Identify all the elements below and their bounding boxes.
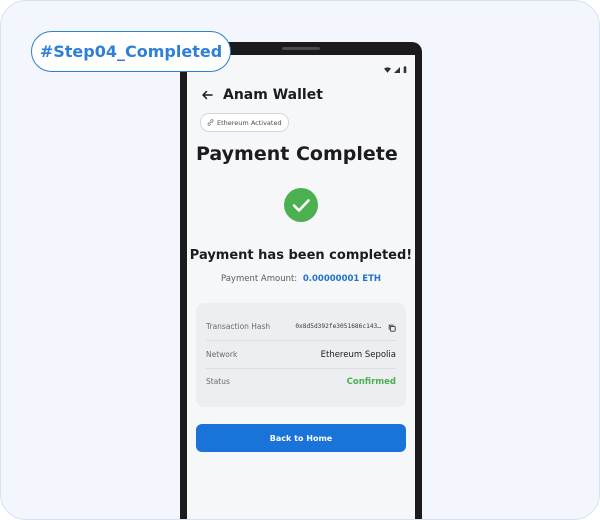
signal-icon bbox=[394, 58, 400, 77]
page-title: Payment Complete bbox=[196, 143, 398, 165]
app-title: Anam Wallet bbox=[223, 87, 323, 103]
copy-icon[interactable] bbox=[388, 317, 396, 336]
transaction-details-card: Transaction Hash 0x8d5d392fe3051686c143…… bbox=[196, 303, 406, 407]
status-row: Status Confirmed bbox=[206, 368, 396, 395]
payment-amount-row: Payment Amount: 0.00000001 ETH bbox=[187, 274, 415, 284]
tx-hash-value: 0x8d5d392fe3051686c143… bbox=[295, 323, 381, 330]
link-icon bbox=[207, 119, 214, 126]
back-to-home-button[interactable]: Back to Home bbox=[196, 424, 406, 452]
network-label: Network bbox=[206, 350, 238, 359]
completion-message: Payment has been completed! bbox=[189, 248, 413, 263]
app-screen: Anam Wallet Ethereum Activated Payment C… bbox=[187, 55, 415, 519]
phone-speaker bbox=[282, 47, 320, 50]
tx-hash-value-group: 0x8d5d392fe3051686c143… bbox=[295, 317, 396, 336]
status-bar bbox=[384, 58, 407, 77]
tx-hash-label: Transaction Hash bbox=[206, 322, 271, 331]
network-row: Network Ethereum Sepolia bbox=[206, 341, 396, 369]
tx-hash-row: Transaction Hash 0x8d5d392fe3051686c143… bbox=[206, 313, 396, 341]
check-circle-icon bbox=[284, 188, 318, 222]
payment-amount-label: Payment Amount: bbox=[220, 274, 298, 284]
network-value: Ethereum Sepolia bbox=[320, 349, 396, 360]
status-label: Status bbox=[206, 377, 230, 386]
network-chip-label: Ethereum Activated bbox=[217, 118, 282, 127]
app-bar: Anam Wallet bbox=[201, 87, 323, 103]
background-card: #Step04_Completed Anam Wallet Ethereum A… bbox=[0, 0, 600, 520]
payment-amount-value: 0.00000001 ETH bbox=[302, 274, 382, 284]
step-tag: #Step04_Completed bbox=[31, 31, 231, 72]
battery-icon bbox=[403, 58, 407, 77]
status-value: Confirmed bbox=[346, 376, 396, 387]
wifi-icon bbox=[384, 58, 391, 77]
phone-frame: Anam Wallet Ethereum Activated Payment C… bbox=[180, 42, 422, 519]
network-chip[interactable]: Ethereum Activated bbox=[200, 113, 289, 132]
arrow-left-icon[interactable] bbox=[201, 88, 215, 102]
